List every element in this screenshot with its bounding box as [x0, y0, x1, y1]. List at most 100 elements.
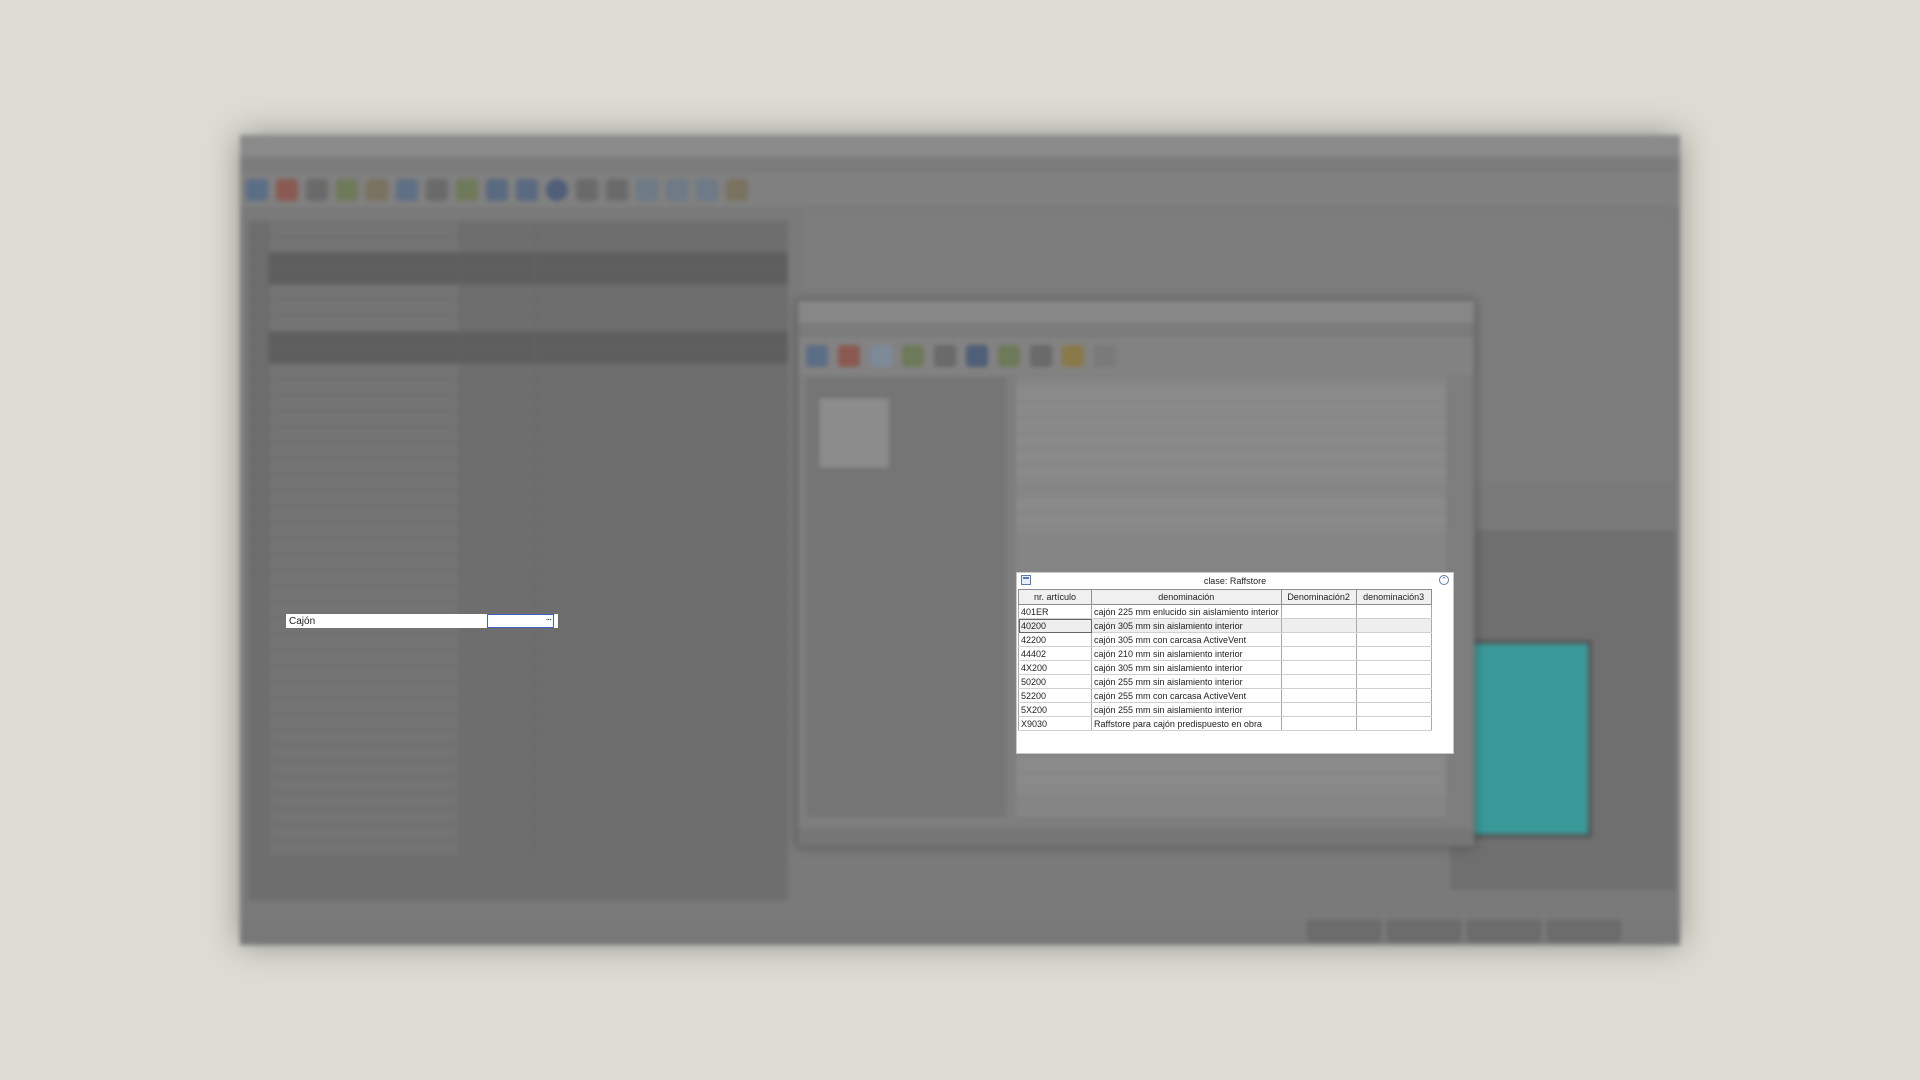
- cancel-icon: [276, 179, 298, 201]
- collapse-icon[interactable]: ⌃: [1439, 575, 1449, 585]
- record-icon: [546, 179, 568, 201]
- tool-icon: [998, 345, 1020, 367]
- cell-denominacion[interactable]: cajón 305 mm sin aislamiento interior: [1091, 618, 1282, 633]
- cell-denominacion2[interactable]: [1281, 646, 1357, 661]
- dialog-titlebar: [798, 301, 1474, 323]
- panel-title: clase: Raffstore: [1203, 575, 1267, 586]
- prev-icon: [516, 179, 538, 201]
- grid-icon: [666, 179, 688, 201]
- cell-nr[interactable]: 42200: [1018, 632, 1092, 647]
- cell-nr[interactable]: X9030: [1018, 716, 1092, 731]
- window-drawing: [1450, 530, 1675, 890]
- dialog-toolbar: [798, 337, 1474, 375]
- column-header-denominacion[interactable]: denominación: [1091, 589, 1282, 605]
- cell-denominacion3[interactable]: [1356, 674, 1432, 689]
- cell-denominacion2[interactable]: [1281, 674, 1357, 689]
- star-icon: [1062, 345, 1084, 367]
- next-icon: [576, 179, 598, 201]
- panel-header: clase: Raffstore ⌃: [1017, 573, 1453, 588]
- tool-icon: [336, 179, 358, 201]
- cell-denominacion[interactable]: cajón 305 mm sin aislamiento interior: [1091, 660, 1282, 675]
- property-row-cajon[interactable]: Cajón ...: [286, 612, 558, 628]
- property-label: Cajón: [289, 615, 316, 627]
- status-button: [1308, 921, 1380, 941]
- tool-icon: [366, 179, 388, 201]
- cell-denominacion2[interactable]: [1281, 604, 1357, 619]
- cell-nr[interactable]: 401ER: [1018, 604, 1092, 619]
- property-grid: [248, 221, 788, 901]
- cell-denominacion[interactable]: Raffstore para cajón predispuesto en obr…: [1091, 716, 1282, 731]
- table-row[interactable]: X9030 Raffstore para cajón predispuesto e…: [1018, 716, 1432, 731]
- grid-icon: [636, 179, 658, 201]
- table-row[interactable]: 42200 cajón 305 mm con carcasa ActiveVent: [1018, 632, 1432, 647]
- ellipsis-button[interactable]: ...: [546, 612, 552, 623]
- cell-denominacion3[interactable]: [1356, 632, 1432, 647]
- table-icon: [1021, 575, 1031, 585]
- tool-icon: [306, 179, 328, 201]
- app-titlebar: [240, 135, 1680, 157]
- cell-nr[interactable]: 4X200: [1018, 660, 1092, 675]
- cell-denominacion3[interactable]: [1356, 604, 1432, 619]
- results-group: [1016, 497, 1446, 533]
- filter-icon: [934, 345, 956, 367]
- cell-denominacion[interactable]: cajón 255 mm sin aislamiento interior: [1091, 702, 1282, 717]
- cell-denominacion3[interactable]: [1356, 660, 1432, 675]
- property-value-field[interactable]: ...: [487, 612, 554, 628]
- cell-denominacion3[interactable]: [1356, 716, 1432, 731]
- cancel-icon: [838, 345, 860, 367]
- dialog-statusbar: [798, 828, 1474, 846]
- edit-icon: [1030, 345, 1052, 367]
- cell-denominacion2[interactable]: [1281, 716, 1357, 731]
- cell-nr[interactable]: 5X200: [1018, 702, 1092, 717]
- view-icon: [870, 345, 892, 367]
- table-row[interactable]: 5X200 cajón 255 mm sin aislamiento interi…: [1018, 702, 1432, 717]
- cell-denominacion2[interactable]: [1281, 702, 1357, 717]
- app-menubar: [240, 157, 1680, 173]
- cell-denominacion2[interactable]: [1281, 632, 1357, 647]
- cell-nr[interactable]: 50200: [1018, 674, 1092, 689]
- save-icon: [966, 345, 988, 367]
- results-group: [1016, 387, 1446, 483]
- table-row[interactable]: 50200 cajón 255 mm sin aislamiento interi…: [1018, 674, 1432, 689]
- table-row[interactable]: 52200 cajón 255 mm con carcasa ActiveVent: [1018, 688, 1432, 703]
- cell-denominacion[interactable]: cajón 255 mm sin aislamiento interior: [1091, 674, 1282, 689]
- cell-denominacion[interactable]: cajón 210 mm sin aislamiento interior: [1091, 646, 1282, 661]
- cell-denominacion[interactable]: cajón 305 mm con carcasa ActiveVent: [1091, 632, 1282, 647]
- app-toolbar: [240, 173, 1680, 207]
- cell-denominacion3[interactable]: [1356, 688, 1432, 703]
- cell-denominacion3[interactable]: [1356, 702, 1432, 717]
- table-row[interactable]: 40200 cajón 305 mm sin aislamiento interi…: [1018, 618, 1432, 633]
- tab-strip: [802, 205, 1672, 221]
- tool-icon: [456, 179, 478, 201]
- cell-nr[interactable]: 52200: [1018, 688, 1092, 703]
- tool-icon: [426, 179, 448, 201]
- ok-icon: [246, 179, 268, 201]
- last-icon: [606, 179, 628, 201]
- table-row[interactable]: 401ER cajón 225 mm enlucido sin aislamien…: [1018, 604, 1432, 619]
- document-icon: [1094, 345, 1116, 367]
- grid-icon: [696, 179, 718, 201]
- cell-denominacion[interactable]: cajón 255 mm con carcasa ActiveVent: [1091, 688, 1282, 703]
- dialog-menubar: [798, 323, 1474, 337]
- status-button: [1468, 921, 1540, 941]
- cell-denominacion3[interactable]: [1356, 618, 1432, 633]
- column-header-nr[interactable]: nr. artículo: [1018, 589, 1092, 605]
- first-icon: [486, 179, 508, 201]
- ok-icon: [806, 345, 828, 367]
- table-row[interactable]: 44402 cajón 210 mm sin aislamiento interi…: [1018, 646, 1432, 661]
- status-button: [1388, 921, 1460, 941]
- cell-denominacion[interactable]: cajón 225 mm enlucido sin aislamiento in…: [1091, 604, 1282, 619]
- table-row[interactable]: 4X200 cajón 305 mm sin aislamiento interi…: [1018, 660, 1432, 675]
- tool-icon: [902, 345, 924, 367]
- raffstore-results-panel: clase: Raffstore ⌃ nr. artículo denomina…: [1016, 572, 1454, 754]
- tool-icon: [396, 179, 418, 201]
- cell-denominacion3[interactable]: [1356, 646, 1432, 661]
- cell-denominacion2[interactable]: [1281, 660, 1357, 675]
- cell-denominacion2[interactable]: [1281, 688, 1357, 703]
- results-table: nr. artículo denominación Denominación2 …: [1018, 589, 1432, 731]
- column-header-denominacion3[interactable]: denominación3: [1355, 589, 1432, 605]
- cell-nr[interactable]: 40200: [1018, 618, 1092, 633]
- column-header-denominacion2[interactable]: Denominación2: [1280, 589, 1357, 605]
- cell-denominacion2[interactable]: [1281, 618, 1357, 633]
- cell-nr[interactable]: 44402: [1018, 646, 1092, 661]
